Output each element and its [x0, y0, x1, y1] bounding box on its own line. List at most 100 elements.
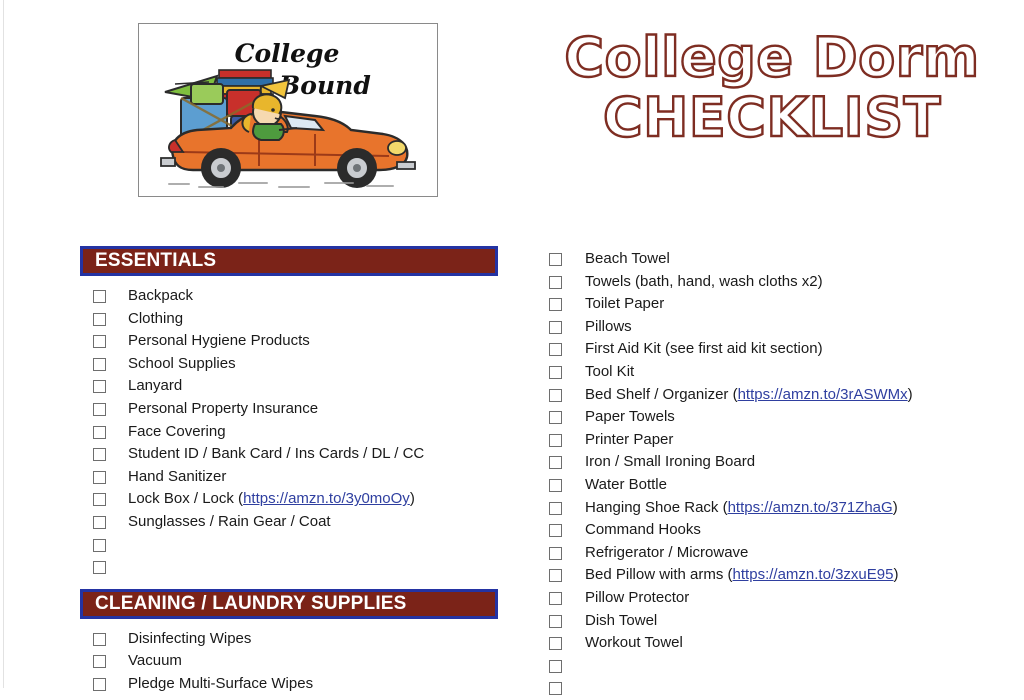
list-item[interactable]: Paper Towels — [546, 406, 1016, 429]
list-item[interactable]: Student ID / Bank Card / Ins Cards / DL … — [80, 443, 498, 466]
list-item-label: Command Hooks — [585, 521, 701, 539]
checkbox[interactable] — [549, 433, 562, 447]
list-item[interactable]: Workout Towel — [546, 632, 1016, 655]
checkbox[interactable] — [93, 290, 106, 303]
checkbox[interactable] — [549, 411, 562, 425]
checkbox[interactable] — [549, 388, 562, 402]
checkbox[interactable] — [549, 591, 562, 605]
checkbox[interactable] — [93, 425, 106, 439]
checkbox[interactable] — [549, 659, 562, 673]
checkbox[interactable] — [93, 677, 106, 691]
amazon-link[interactable]: https://amzn.to/3rASWMx — [738, 386, 908, 403]
list-item[interactable]: Hanging Shoe Rack (https://amzn.to/371Zh… — [546, 497, 1016, 520]
list-item[interactable]: Lanyard — [80, 375, 498, 398]
list-item[interactable]: Pledge Multi-Surface Wipes — [80, 673, 498, 696]
list-item[interactable]: Towels (bath, hand, wash cloths x2) — [546, 271, 1016, 294]
list-item[interactable] — [546, 677, 1016, 700]
clipart-caption-line-2: Bound — [278, 71, 371, 100]
checkbox[interactable] — [93, 538, 106, 552]
checkbox[interactable] — [549, 365, 562, 379]
list-item[interactable] — [546, 655, 1016, 678]
list-item[interactable]: Refrigerator / Microwave — [546, 542, 1016, 565]
checkbox[interactable] — [549, 637, 562, 651]
section-header-essentials: ESSENTIALS — [80, 246, 498, 276]
checkbox[interactable] — [549, 478, 562, 492]
checkbox[interactable] — [93, 655, 106, 669]
list-item-label: School Supplies — [128, 354, 236, 372]
checkbox[interactable] — [549, 569, 562, 583]
list-item[interactable]: Personal Property Insurance — [80, 398, 498, 421]
list-item[interactable]: Dish Towel — [546, 610, 1016, 633]
list-item-label: Personal Property Insurance — [128, 399, 319, 417]
section-header-cleaning-laundry-label: CLEANING / LAUNDRY SUPPLIES — [95, 592, 407, 614]
checkbox[interactable] — [93, 470, 106, 484]
checkbox[interactable] — [549, 298, 562, 312]
checkbox[interactable] — [549, 546, 562, 560]
checkbox[interactable] — [93, 402, 106, 416]
amazon-link[interactable]: https://amzn.to/371ZhaG — [728, 499, 893, 516]
list-item-prefix: Bed Pillow with arms ( — [585, 566, 733, 584]
list-item[interactable]: Toilet Paper — [546, 293, 1016, 316]
list-item[interactable]: Command Hooks — [546, 519, 1016, 542]
checkbox[interactable] — [93, 380, 106, 394]
checkbox[interactable] — [93, 312, 106, 326]
list-item-label: Bed Pillow with arms (https://amzn.to/3z… — [585, 564, 898, 587]
checkbox[interactable] — [549, 682, 562, 696]
list-item-label: First Aid Kit (see first aid kit section… — [585, 340, 823, 358]
checkbox[interactable] — [93, 561, 106, 575]
list-item[interactable]: Beach Towel — [546, 248, 1016, 271]
right-column-checklist: Beach Towel Towels (bath, hand, wash clo… — [546, 248, 1016, 700]
right-column: Beach Towel Towels (bath, hand, wash clo… — [546, 248, 1016, 700]
checkbox[interactable] — [549, 320, 562, 334]
list-item-label: Workout Towel — [585, 634, 683, 652]
checkbox[interactable] — [93, 515, 106, 529]
clipart-illustration: College Bound — [139, 24, 435, 194]
list-item[interactable]: Pillow Protector — [546, 587, 1016, 610]
amazon-link[interactable]: https://amzn.to/3y0moOy — [243, 490, 410, 507]
list-item-label: Pillows — [585, 317, 632, 335]
list-item[interactable]: Printer Paper — [546, 429, 1016, 452]
list-item[interactable]: School Supplies — [80, 353, 498, 376]
checkbox[interactable] — [93, 632, 106, 646]
checkbox[interactable] — [549, 614, 562, 628]
list-item[interactable]: Face Covering — [80, 421, 498, 444]
checkbox[interactable] — [549, 275, 562, 289]
list-item-label: Face Covering — [128, 422, 226, 440]
list-item[interactable] — [80, 534, 498, 557]
list-item[interactable]: Tool Kit — [546, 361, 1016, 384]
list-item-label: Hand Sanitizer — [128, 467, 227, 485]
list-item-prefix: Hanging Shoe Rack ( — [585, 498, 728, 516]
checkbox[interactable] — [93, 335, 106, 349]
list-item[interactable]: First Aid Kit (see first aid kit section… — [546, 338, 1016, 361]
clipart-caption-line-1: College — [235, 39, 340, 68]
list-item[interactable]: Iron / Small Ironing Board — [546, 451, 1016, 474]
page-title: College Dorm CHECKLIST — [520, 28, 1024, 149]
checkbox[interactable] — [93, 448, 106, 462]
list-item[interactable]: Disinfecting Wipes — [80, 628, 498, 651]
list-item[interactable]: Clothing — [80, 308, 498, 331]
list-item[interactable]: Hand Sanitizer — [80, 466, 498, 489]
list-item[interactable]: Bed Shelf / Organizer (https://amzn.to/3… — [546, 384, 1016, 407]
list-item[interactable]: Sunglasses / Rain Gear / Coat — [80, 511, 498, 534]
list-item[interactable] — [80, 556, 498, 579]
list-item-label: Water Bottle — [585, 475, 667, 493]
list-item[interactable]: Bed Pillow with arms (https://amzn.to/3z… — [546, 564, 1016, 587]
list-item[interactable]: Pillows — [546, 316, 1016, 339]
checkbox[interactable] — [93, 493, 106, 507]
checkbox[interactable] — [549, 343, 562, 357]
list-item[interactable]: Lock Box / Lock (https://amzn.to/3y0moOy… — [80, 488, 498, 511]
checkbox[interactable] — [93, 357, 106, 371]
list-item[interactable]: Vacuum — [80, 650, 498, 673]
checkbox[interactable] — [549, 501, 562, 515]
list-item[interactable]: Personal Hygiene Products — [80, 330, 498, 353]
checkbox[interactable] — [549, 253, 562, 266]
checkbox[interactable] — [549, 524, 562, 538]
list-item[interactable]: Water Bottle — [546, 474, 1016, 497]
list-item[interactable]: Backpack — [80, 285, 498, 308]
checkbox[interactable] — [549, 456, 562, 470]
list-item-label: Lock Box / Lock (https://amzn.to/3y0moOy… — [128, 488, 415, 511]
amazon-link[interactable]: https://amzn.to/3zxuE95 — [733, 566, 894, 583]
page-title-line-2: CHECKLIST — [602, 86, 942, 149]
